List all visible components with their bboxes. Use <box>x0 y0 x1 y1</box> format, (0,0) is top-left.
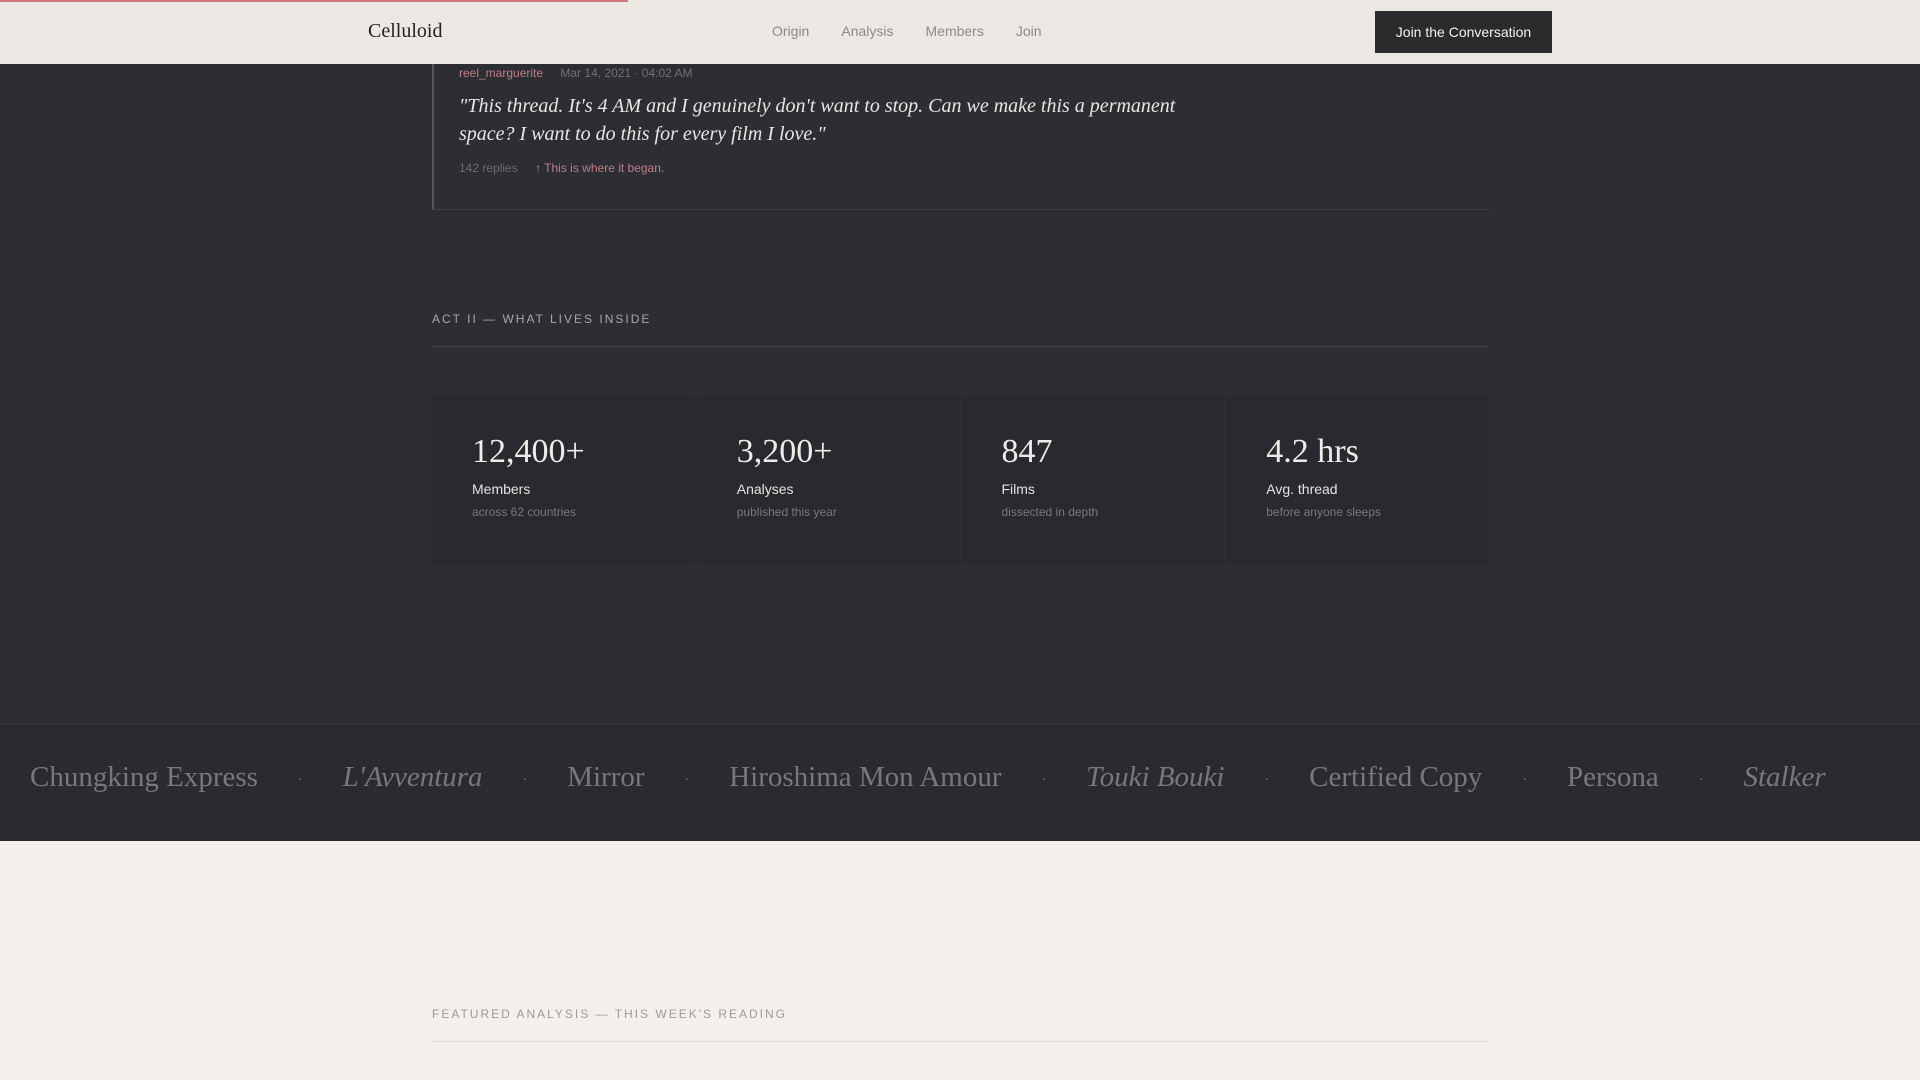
origin-note: ↑ This is where it began. <box>535 161 665 175</box>
section-divider <box>432 1041 1489 1042</box>
main-nav: Origin Analysis Members Join <box>772 23 1042 39</box>
stat-label: Avg. thread <box>1266 481 1338 497</box>
ticker-separator: · <box>522 769 528 786</box>
section-divider <box>432 346 1489 347</box>
stat-subtext: across 62 countries <box>472 505 577 519</box>
reply-count[interactable]: 142 replies <box>459 161 518 175</box>
post-footer: 142 replies ↑ This is where it began. <box>459 161 664 175</box>
ticker-separator: · <box>297 769 303 786</box>
stat-number: 847 <box>1001 433 1053 470</box>
stat-label: Members <box>472 481 531 497</box>
stat-subtext: before anyone sleeps <box>1266 505 1381 519</box>
site-header: Celluloid Origin Analysis Members Join J… <box>0 0 1920 64</box>
stat-number: 4.2 hrs <box>1266 433 1359 470</box>
nav-origin[interactable]: Origin <box>772 23 809 39</box>
join-conversation-button[interactable]: Join the Conversation <box>1375 11 1552 53</box>
stat-label: Analyses <box>736 481 794 497</box>
ticker-film-title: Persona <box>1566 761 1659 793</box>
stat-subtext: published this year <box>736 505 837 519</box>
stat-card-avg-thread: 4.2 hrs Avg. thread before anyone sleeps <box>1226 395 1489 565</box>
post-meta: reel_marguerite Mar 14, 2021 · 04:02 AM <box>459 66 692 80</box>
ticker-film-title: Mirror <box>567 761 645 793</box>
ticker-track: Chungking Express · L'Avventura · Mirror · Hir… <box>30 761 1826 794</box>
ticker-film-title: Stalker <box>1743 761 1826 793</box>
ticker-film-title: Touki Bouki <box>1086 761 1225 793</box>
stat-number: 12,400+ <box>472 433 585 470</box>
nav-members[interactable]: Members <box>926 23 984 39</box>
stat-card-analyses: 3,200+ Analyses published this year <box>696 395 960 565</box>
site-logo[interactable]: Celluloid <box>368 20 442 43</box>
featured-analysis-heading: FEATURED ANALYSIS — THIS WEEK'S READING <box>432 1007 788 1021</box>
dark-section: reel_marguerite Mar 14, 2021 · 04:02 AM … <box>0 64 1920 841</box>
stat-card-members: 12,400+ Members across 62 countries <box>432 395 695 565</box>
stats-grid: 12,400+ Members across 62 countries 3,20… <box>432 395 1489 565</box>
scroll-progress-bar <box>0 0 628 2</box>
post-username[interactable]: reel_marguerite <box>459 66 543 80</box>
stat-label: Films <box>1001 481 1035 497</box>
post-quote: "This thread. It's 4 AM and I genuinely … <box>459 95 1176 145</box>
stat-number: 3,200+ <box>736 433 833 470</box>
ticker-separator: · <box>684 769 690 786</box>
ticker-separator: · <box>1698 769 1704 786</box>
nav-join[interactable]: Join <box>1016 23 1042 39</box>
ticker-separator: · <box>1522 769 1527 786</box>
ticker-separator: · <box>1264 769 1270 786</box>
ticker-separator: · <box>1041 769 1047 786</box>
thread-post: reel_marguerite Mar 14, 2021 · 04:02 AM … <box>432 64 1489 210</box>
post-date: Mar 14, 2021 · 04:02 AM <box>560 66 693 80</box>
ticker-film-title: Hiroshima Mon Amour <box>729 761 1002 793</box>
ticker-film-title: Certified Copy <box>1309 761 1483 793</box>
ticker-film-title: Chungking Express <box>30 761 258 793</box>
ticker-film-title: L'Avventura <box>342 761 483 793</box>
nav-analysis[interactable]: Analysis <box>841 23 893 39</box>
stat-subtext: dissected in depth <box>1001 505 1099 519</box>
stat-card-films: 847 Films dissected in depth <box>961 395 1225 565</box>
act-two-heading: ACT II — WHAT LIVES INSIDE <box>432 312 652 326</box>
film-ticker: Chungking Express · L'Avventura · Mirror · Hir… <box>0 724 1920 841</box>
